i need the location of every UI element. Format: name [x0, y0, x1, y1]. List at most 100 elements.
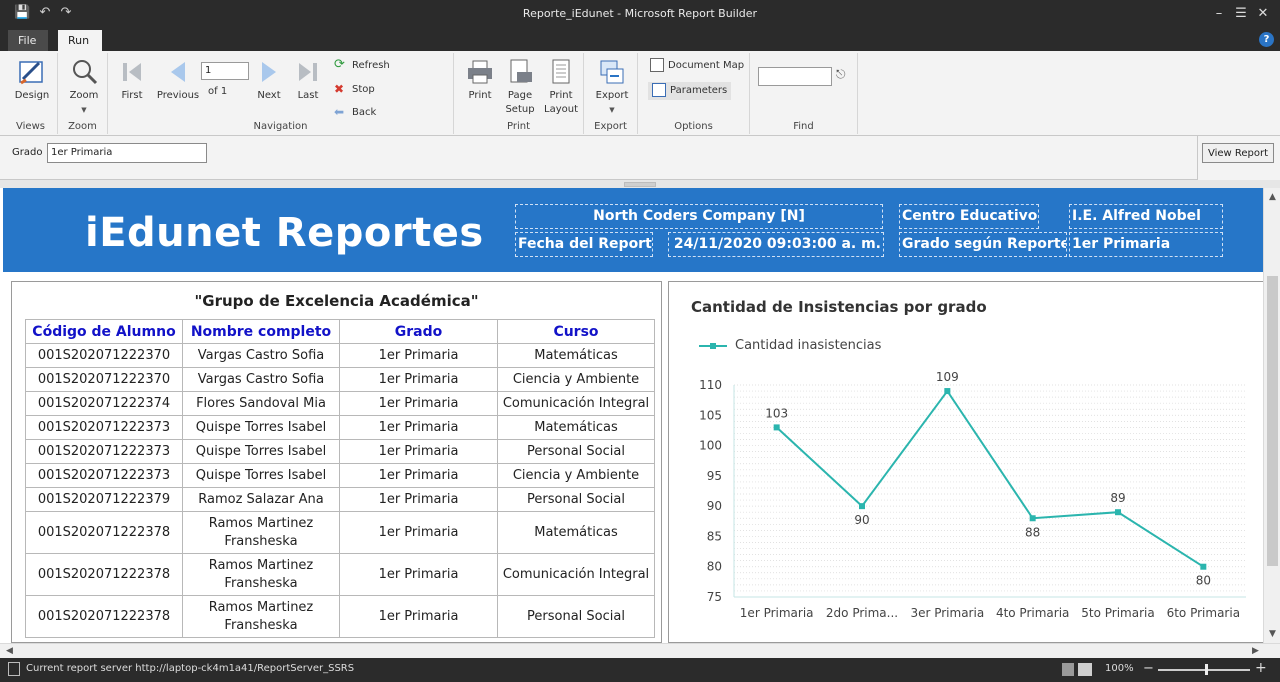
last-button[interactable]: Last: [291, 57, 325, 103]
table-cell: 1er Primaria: [339, 439, 498, 464]
zoom-slider[interactable]: [1158, 669, 1250, 671]
splitter-grip-icon[interactable]: [624, 182, 656, 187]
table-cell: Ciencia y Ambiente: [497, 463, 655, 488]
x-tick-label: 4to Primaria: [996, 606, 1069, 620]
zoom-out-icon[interactable]: −: [1143, 661, 1154, 676]
help-icon[interactable]: ?: [1259, 32, 1274, 47]
zoom-group-label: Zoom: [68, 121, 97, 132]
y-tick-label: 75: [707, 590, 722, 604]
last-page-icon: [299, 63, 317, 81]
table-cell: Comunicación Integral: [497, 553, 655, 596]
export-icon: [600, 60, 624, 84]
document-map-button[interactable]: Document Map: [650, 57, 744, 75]
x-tick-label: 5to Primaria: [1081, 606, 1154, 620]
zoom-level: 100%: [1105, 663, 1134, 674]
first-label: First: [121, 90, 143, 101]
export-button[interactable]: Export ▼: [594, 57, 630, 117]
table-row: 001S202071222373 Quispe Torres Isabel 1er …: [25, 463, 655, 488]
table-cell: 001S202071222373: [25, 463, 183, 488]
table-row: 001S202071222374 Flores Sandoval Mia 1er P…: [25, 391, 655, 416]
stop-button[interactable]: ✖ Stop: [334, 81, 375, 99]
zoom-in-icon[interactable]: +: [1255, 660, 1267, 676]
report-canvas: iEdunet Reportes North Coders Company [N…: [3, 188, 1263, 643]
next-button[interactable]: Next: [252, 57, 286, 103]
table-cell: Ramos Martinez Fransheska: [182, 511, 340, 554]
page-setup-icon: [510, 59, 532, 83]
grado-report-value: 1er Primaria: [1069, 232, 1223, 257]
table-cell: 1er Primaria: [339, 463, 498, 488]
table-cell: Personal Social: [497, 487, 655, 512]
design-button[interactable]: Design: [12, 57, 52, 103]
zoom-slider-thumb[interactable]: [1205, 664, 1208, 675]
document-map-label: Document Map: [668, 60, 745, 71]
restore-button[interactable]: ☰: [1232, 5, 1250, 23]
table-cell: 001S202071222378: [25, 553, 183, 596]
close-button[interactable]: ✕: [1254, 5, 1272, 23]
back-label: Back: [352, 107, 377, 118]
table-cell: 001S202071222373: [25, 415, 183, 440]
table-cell: Matemáticas: [497, 343, 655, 368]
data-label: 80: [1196, 574, 1211, 588]
page-setup-button[interactable]: Page Setup: [502, 57, 538, 117]
page-setup-label-2: Setup: [505, 104, 535, 115]
scroll-right-icon[interactable]: ▶: [1248, 644, 1263, 659]
minimize-button[interactable]: –: [1210, 5, 1228, 23]
scroll-left-icon[interactable]: ◀: [2, 644, 17, 659]
design-icon: [19, 61, 43, 85]
vertical-scrollbar[interactable]: ▲ ▼: [1263, 188, 1280, 643]
table-cell: Ramos Martinez Fransheska: [182, 595, 340, 638]
next-label: Next: [257, 90, 281, 101]
binoculars-icon[interactable]: ⎋: [836, 67, 846, 82]
scroll-down-icon[interactable]: ▼: [1264, 627, 1280, 641]
vertical-scroll-thumb[interactable]: [1267, 276, 1278, 566]
print-layout-button[interactable]: Print Layout: [542, 57, 580, 117]
table-title: "Grupo de Excelencia Académica": [194, 292, 479, 310]
table-cell: 1er Primaria: [339, 553, 498, 596]
page-view-icon[interactable]: [1062, 663, 1074, 676]
grado-input[interactable]: 1er Primaria: [47, 143, 207, 163]
y-tick-label: 80: [707, 560, 722, 574]
parameters-button[interactable]: Parameters: [648, 82, 732, 100]
print-button[interactable]: Print: [462, 57, 498, 103]
horizontal-scrollbar[interactable]: ◀ ▶: [0, 643, 1280, 658]
zoom-dropdown-icon: ▼: [81, 106, 87, 114]
grado-report-label: Grado según Reporte:: [899, 232, 1067, 257]
ribbon-tabs: File Run ?: [0, 28, 1280, 51]
column-header-grado: Grado: [339, 319, 498, 344]
back-button[interactable]: ⬅ Back: [334, 104, 376, 122]
data-label: 88: [1025, 525, 1040, 539]
server-status: Current report server http://laptop-ck4m…: [26, 663, 355, 674]
layout-view-icon[interactable]: [1078, 663, 1092, 676]
find-input[interactable]: [758, 67, 832, 86]
options-group: Document Map Parameters Options: [638, 53, 750, 134]
parameter-splitter[interactable]: [0, 180, 1280, 188]
parameter-bar: Grado 1er Primaria View Report: [0, 136, 1280, 180]
tab-run[interactable]: Run: [58, 30, 102, 51]
y-tick-label: 100: [699, 439, 722, 453]
views-group-label: Views: [16, 121, 45, 132]
table-cell: Ramoz Salazar Ana: [182, 487, 340, 512]
table-cell: 001S202071222374: [25, 391, 183, 416]
x-tick-label: 3er Primaria: [910, 606, 984, 620]
view-report-button[interactable]: View Report: [1202, 143, 1274, 163]
tab-file[interactable]: File: [8, 30, 48, 51]
page-number-input[interactable]: 1: [201, 62, 249, 80]
y-tick-label: 110: [699, 378, 722, 392]
refresh-button[interactable]: ⟳ Refresh: [334, 57, 390, 75]
column-header-curso: Curso: [497, 319, 655, 344]
previous-button[interactable]: Previous: [154, 57, 202, 103]
first-button[interactable]: First: [114, 57, 150, 103]
zoom-button[interactable]: Zoom ▼: [66, 57, 102, 117]
column-header-codigo: Código de Alumno: [25, 319, 183, 344]
data-label: 103: [765, 406, 788, 420]
table-cell: 001S202071222370: [25, 343, 183, 368]
students-table-panel: "Grupo de Excelencia Académica" Código d…: [11, 281, 662, 643]
scroll-up-icon[interactable]: ▲: [1264, 190, 1280, 204]
x-tick-label: 6to Primaria: [1167, 606, 1240, 620]
refresh-label: Refresh: [352, 60, 390, 71]
table-cell: Personal Social: [497, 595, 655, 638]
last-label: Last: [297, 90, 319, 101]
chart-panel: Cantidad de Insistencias por grado Canti…: [668, 281, 1263, 643]
report-banner: iEdunet Reportes North Coders Company [N…: [3, 188, 1263, 272]
data-point: [1200, 563, 1207, 570]
